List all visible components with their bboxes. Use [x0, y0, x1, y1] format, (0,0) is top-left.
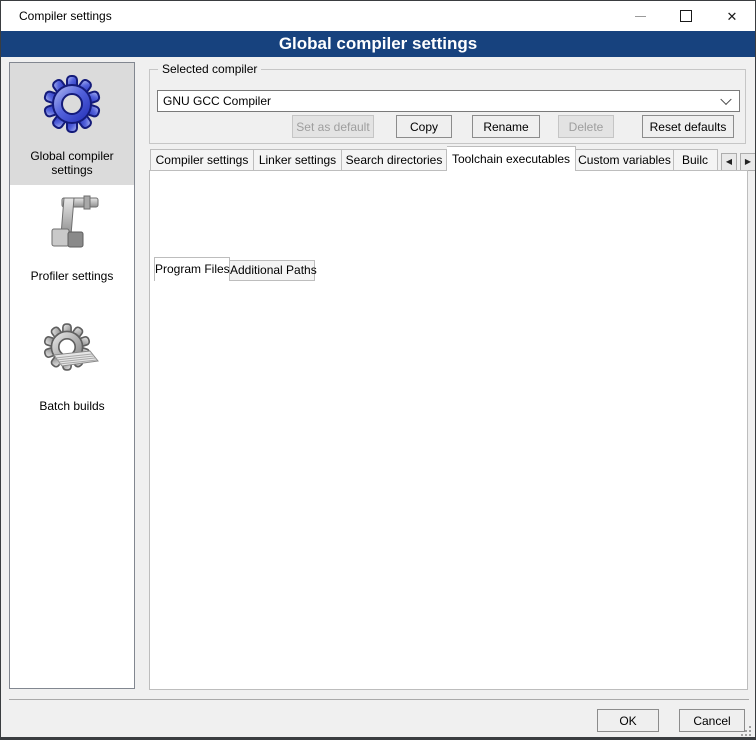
ok-button[interactable]: OK	[597, 709, 659, 732]
sidebar-item-label: Batch builds	[10, 399, 134, 413]
page-title: Global compiler settings	[1, 31, 755, 57]
resize-grip[interactable]	[741, 726, 751, 736]
caliper-icon	[10, 191, 134, 255]
cancel-button[interactable]: Cancel	[679, 709, 745, 732]
footer-separator	[9, 699, 749, 700]
minimize-button[interactable]	[617, 1, 663, 31]
chevron-down-icon	[720, 94, 731, 105]
maximize-icon	[680, 10, 692, 22]
gray-gear-stack-icon	[10, 321, 134, 385]
tab-toolchain-executables[interactable]: Toolchain executables	[447, 146, 576, 171]
sidebar-item-label: Profiler settings	[10, 269, 134, 283]
settings-tabbar: Compiler settings Linker settings Search…	[150, 148, 756, 171]
subtab-program-files[interactable]: Program Files	[154, 257, 230, 281]
toolchain-executables-panel	[149, 170, 748, 690]
tab-scroll-left-button[interactable]: ◀	[721, 153, 737, 171]
compiler-settings-window: Compiler settings ✕ Global compiler sett…	[0, 0, 756, 740]
tab-linker-settings[interactable]: Linker settings	[254, 149, 342, 171]
tab-custom-variables[interactable]: Custom variables	[576, 149, 674, 171]
group-legend: Selected compiler	[158, 62, 261, 76]
sidebar-item-profiler-settings[interactable]: Profiler settings	[10, 185, 134, 297]
arrow-right-icon: ▶	[745, 158, 751, 166]
close-button[interactable]: ✕	[709, 1, 755, 31]
delete-button[interactable]: Delete	[558, 115, 614, 138]
minimize-icon	[635, 16, 646, 17]
titlebar[interactable]: Compiler settings ✕	[1, 1, 755, 31]
reset-defaults-button[interactable]: Reset defaults	[642, 115, 734, 138]
copy-button[interactable]: Copy	[396, 115, 452, 138]
arrow-left-icon: ◀	[726, 158, 732, 166]
tab-search-directories[interactable]: Search directories	[342, 149, 447, 171]
maximize-button[interactable]	[663, 1, 709, 31]
tab-scroll-right-button[interactable]: ▶	[740, 153, 756, 171]
close-icon: ✕	[727, 10, 738, 23]
set-as-default-button[interactable]: Set as default	[292, 115, 374, 138]
sidebar-item-batch-builds[interactable]: Batch builds	[10, 297, 134, 421]
settings-category-list: Global compiler settings Profiler	[9, 62, 135, 689]
tab-compiler-settings[interactable]: Compiler settings	[150, 149, 254, 171]
compiler-select-value: GNU GCC Compiler	[163, 94, 271, 108]
sidebar-item-label: Global compiler settings	[10, 149, 134, 177]
compiler-select[interactable]: GNU GCC Compiler	[157, 90, 740, 112]
tab-build-options-truncated[interactable]: Builc	[674, 149, 718, 171]
programs-subtabbar: Program Files Additional Paths	[154, 259, 315, 281]
blue-gear-icon	[10, 71, 134, 135]
subtab-additional-paths[interactable]: Additional Paths	[230, 260, 315, 281]
selected-compiler-group: Selected compiler GNU GCC Compiler Set a…	[149, 69, 746, 144]
window-title: Compiler settings	[19, 9, 112, 23]
sidebar-item-global-compiler-settings[interactable]: Global compiler settings	[10, 63, 134, 185]
rename-button[interactable]: Rename	[472, 115, 540, 138]
